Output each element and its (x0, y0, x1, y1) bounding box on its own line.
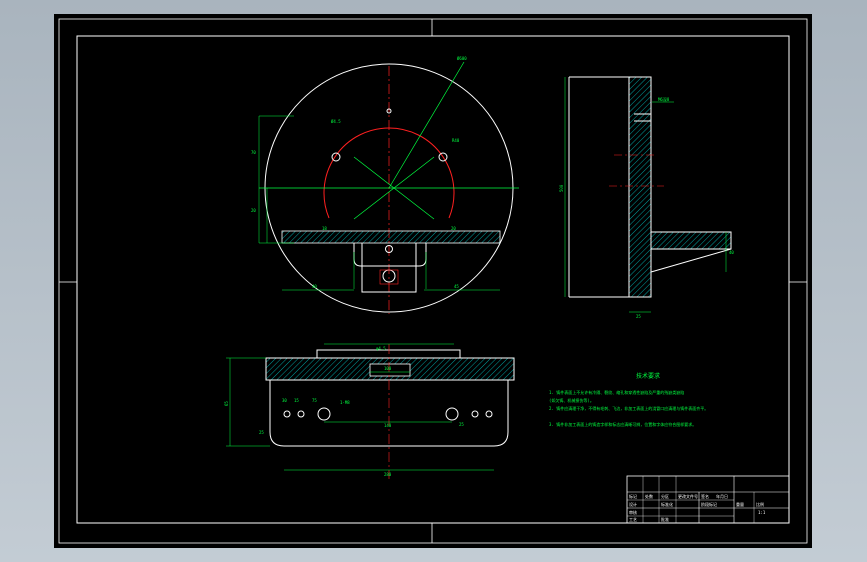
front-dim-d1: 75 (312, 398, 317, 403)
front-dim-h3: 30 (282, 398, 287, 403)
tb-cell-design: 设计 (629, 501, 637, 507)
tb-cell-approve: 批准 (661, 516, 669, 522)
top-vert-dim-2: 20 (251, 208, 256, 213)
top-horiz-dim-2: 45 (454, 284, 459, 289)
tb-cell-scale-value: 1:1 (758, 510, 766, 515)
front-hole-note: 1-M8 (340, 400, 350, 405)
tb-cell-standard: 标准化 (661, 501, 673, 507)
notes-title: 技术要求 (636, 372, 660, 380)
tb-cell-weight: 重量 (736, 501, 744, 507)
front-top-dim: φ4.5 (376, 346, 386, 351)
front-dim-d2: 25 (459, 422, 464, 427)
top-view[interactable]: Ø600 Ø4.5 R40 70 20 40 45 18 20 (251, 56, 519, 314)
title-block[interactable]: 标记 处数 分区 更改文件号 签名 年月日 设计 标准化 审核 工艺 批准 阶段… (626, 475, 790, 524)
front-dim-h4: 15 (294, 398, 299, 403)
front-dim-h2: 25 (259, 430, 264, 435)
tb-cell-scale: 比例 (756, 501, 764, 507)
top-small-dim-2: 20 (451, 226, 456, 231)
side-base-dim: 25 (636, 314, 641, 319)
tb-cell-process: 工艺 (629, 517, 637, 522)
note-line-4: 3. 铸件非加工表面上的铸造字样和标志应清晰可辨，位置和字体应符合图样要求。 (549, 421, 696, 427)
top-radius-dim: R40 (452, 138, 460, 143)
top-hole-dim: Ø4.5 (331, 119, 341, 124)
top-vert-dim-1: 70 (251, 150, 256, 155)
side-flange-dim: 40 (729, 250, 734, 255)
front-height-dim: 65 (224, 401, 229, 406)
note-line-1: 1. 铸件表面上不允许有冷隔、裂纹、缩孔和穿透性缺陷及严重的残缺类缺陷 (549, 389, 684, 395)
front-inner-dim: 140 (384, 423, 392, 428)
tb-cell-sign: 签名 (701, 493, 709, 499)
technical-notes[interactable]: 技术要求 1. 铸件表面上不允许有冷隔、裂纹、缩孔和穿透性缺陷及严重的残缺类缺陷… (549, 372, 708, 427)
front-slot-dim: 100 (384, 366, 392, 371)
tb-cell-count: 处数 (645, 493, 653, 499)
tb-cell-change-doc: 更改文件号 (678, 493, 698, 499)
drawing-sheet: Ø600 Ø4.5 R40 70 20 40 45 18 20 500 40 2… (58, 18, 808, 544)
tb-cell-review: 审核 (629, 509, 637, 515)
front-width-dim: 280 (384, 472, 392, 477)
tb-cell-mark: 标记 (629, 493, 637, 499)
tb-cell-zone: 分区 (661, 493, 669, 499)
front-view[interactable]: φ4.5 1-M8 280 140 65 25 30 15 75 25 100 (224, 343, 515, 479)
note-line-3: 2. 铸件应清理干净，不得有毛刺、飞边，非加工表面上的浇冒口应清理与铸件表面齐平… (549, 405, 708, 411)
side-height-dim: 500 (559, 184, 564, 192)
tb-cell-stage: 阶段标记 (701, 501, 717, 507)
sheet-frame (58, 18, 808, 544)
side-view[interactable]: 500 40 25 M6深8 (559, 76, 734, 319)
tb-cell-date: 年月日 (716, 493, 728, 499)
cad-viewport[interactable]: Ø600 Ø4.5 R40 70 20 40 45 18 20 500 40 2… (0, 0, 867, 562)
drawing-canvas[interactable]: Ø600 Ø4.5 R40 70 20 40 45 18 20 500 40 2… (54, 14, 812, 548)
top-small-dim-1: 18 (322, 226, 327, 231)
note-line-2: (如欠铸、机械损伤等)。 (549, 397, 594, 403)
side-thread-note: M6深8 (658, 96, 670, 102)
top-horiz-dim-1: 40 (312, 284, 317, 289)
top-overall-dim: Ø600 (457, 56, 467, 61)
